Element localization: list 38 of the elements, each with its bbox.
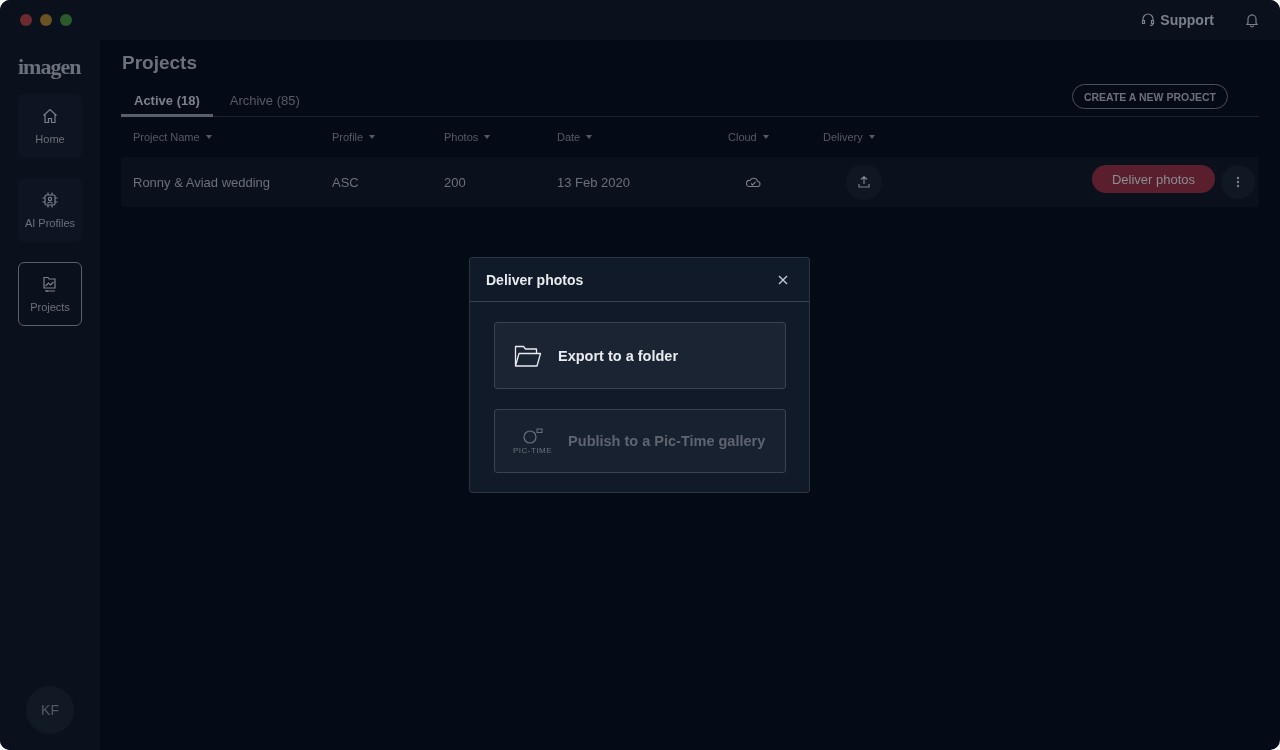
minimize-window-icon[interactable] [40,14,52,26]
page-title: Projects [122,52,198,74]
upload-button[interactable] [846,164,882,200]
cloud-check-icon [745,176,761,188]
user-avatar[interactable]: KF [26,686,74,734]
table-cell-text: ASC [332,174,360,190]
logo: imagen [18,54,81,80]
dialog-title: Deliver photos [486,271,584,288]
headset-icon [1140,12,1157,28]
table-cell-text: Ronny & Aviad wedding [133,174,272,190]
table-cell-text: 13 Feb 2020 [557,174,631,190]
column-header[interactable]: Profile [332,131,444,143]
column-header[interactable]: Delivery [823,131,933,143]
sidebar-item[interactable]: Home [18,94,82,158]
house-icon [41,107,59,125]
tab[interactable]: Archive (85) [216,87,313,117]
chip-person-icon [41,191,59,209]
column-header[interactable]: Cloud [728,131,823,143]
sidebar-item[interactable]: Projects [18,262,82,326]
pic-time-logo: PIC-TIME [513,427,553,455]
bell-icon[interactable] [1244,12,1260,28]
image-folder-icon [41,275,59,293]
folder-icon [514,343,542,368]
column-header[interactable]: Date [557,131,728,143]
upload-icon [857,175,871,189]
close-window-icon[interactable] [20,14,32,26]
deliver-photos-button[interactable]: Deliver photos [1091,165,1215,193]
table-cell-text: 200 [444,174,467,190]
vertical-dots-icon [1236,176,1240,188]
delivery-option[interactable]: Export to a folder [494,322,786,389]
zoom-window-icon[interactable] [60,14,72,26]
column-header[interactable]: Photos [444,131,557,143]
column-header[interactable]: Project Name [133,131,332,143]
close-icon[interactable] [777,273,789,286]
table-row[interactable]: Ronny & Aviad wedding ASC 200 13 Feb 2020 Deliver photos [121,157,1259,207]
sidebar-item[interactable]: AI Profiles [18,178,82,242]
tab[interactable]: Active (18) [121,87,213,117]
support-link[interactable]: Support [1140,12,1214,28]
